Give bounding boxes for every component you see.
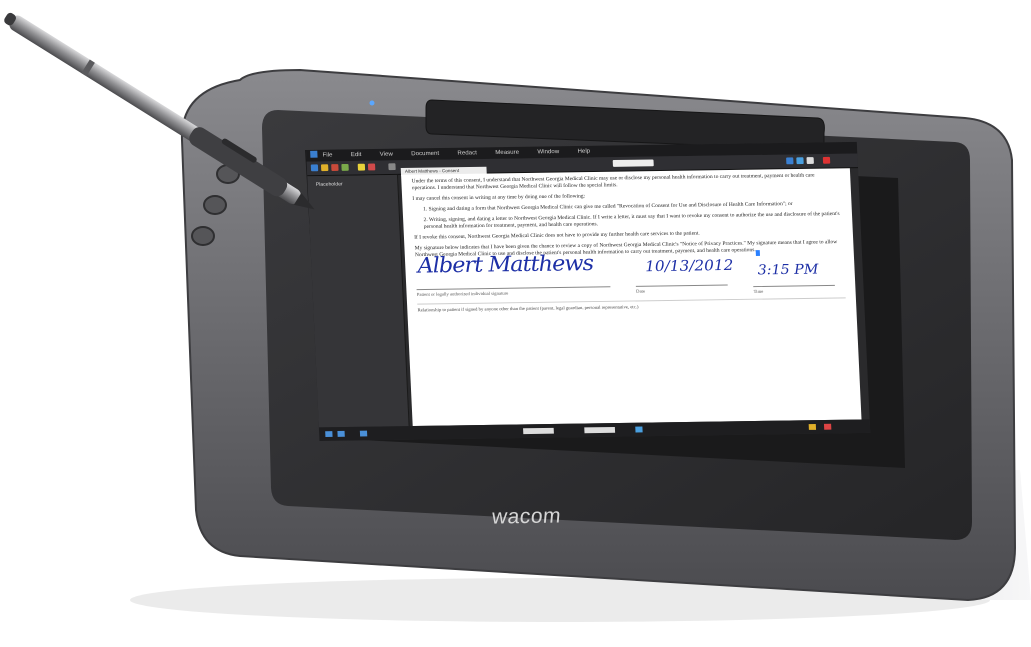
stylus-pen[interactable]: [0, 0, 1031, 647]
product-photo: File Edit View Document Redact Measure Window H…: [0, 0, 1031, 647]
pen-grip: [189, 127, 288, 197]
